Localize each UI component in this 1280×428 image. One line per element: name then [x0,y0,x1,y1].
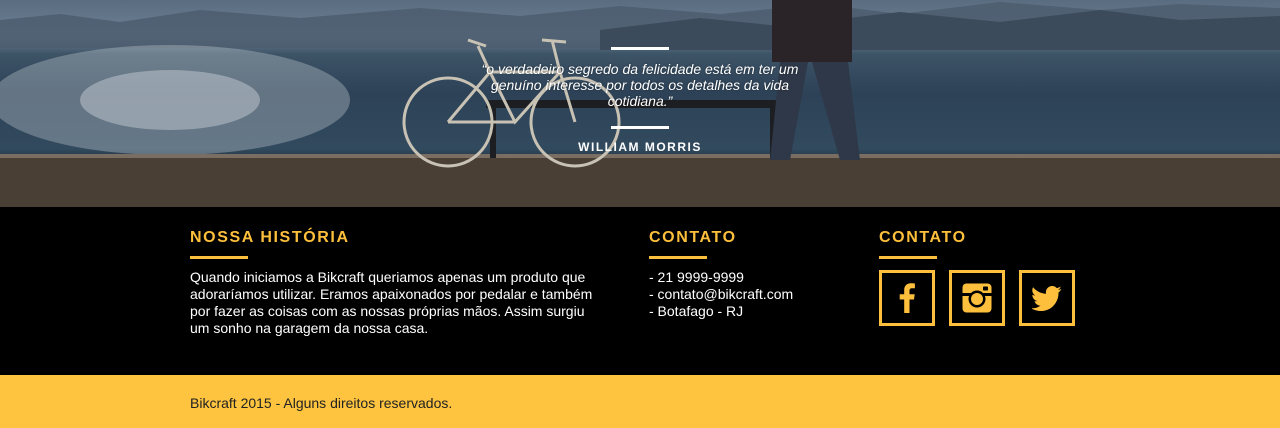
facebook-link[interactable] [879,270,935,326]
facebook-icon [899,283,915,313]
contact-list: - 21 9999-9999 - contato@bikcraft.com - … [649,269,849,320]
instagram-icon [962,283,992,313]
quote-text: “o verdadeiro segredo da felicidade está… [481,61,799,109]
social-links [879,270,1075,326]
quote-block: “o verdadeiro segredo da felicidade está… [0,0,1280,207]
social-title-underline [879,256,937,259]
quote-author: WILLIAM MORRIS [578,140,702,154]
social-title: CONTATO [879,229,967,246]
contact-address: - Botafago - RJ [649,303,744,319]
history-title: NOSSA HISTÓRIA [190,229,350,246]
quote-divider-bottom [611,126,669,129]
twitter-icon [1032,285,1062,311]
twitter-link[interactable] [1019,270,1075,326]
contact-title: CONTATO [649,229,737,246]
instagram-link[interactable] [949,270,1005,326]
history-title-underline [190,256,248,259]
copyright-bar: Bikcraft 2015 - Alguns direitos reservad… [0,375,1280,428]
copyright-text: Bikcraft 2015 - Alguns direitos reservad… [190,395,453,411]
footer: NOSSA HISTÓRIA Quando iniciamos a Bikcra… [0,207,1280,375]
contact-title-underline [649,256,707,259]
contact-phone: - 21 9999-9999 [649,269,744,285]
contact-email[interactable]: - contato@bikcraft.com [649,286,849,303]
history-text: Quando iniciamos a Bikcraft queriamos ap… [190,269,593,336]
quote-divider-top [611,47,669,50]
quote-section: “o verdadeiro segredo da felicidade está… [0,0,1280,207]
